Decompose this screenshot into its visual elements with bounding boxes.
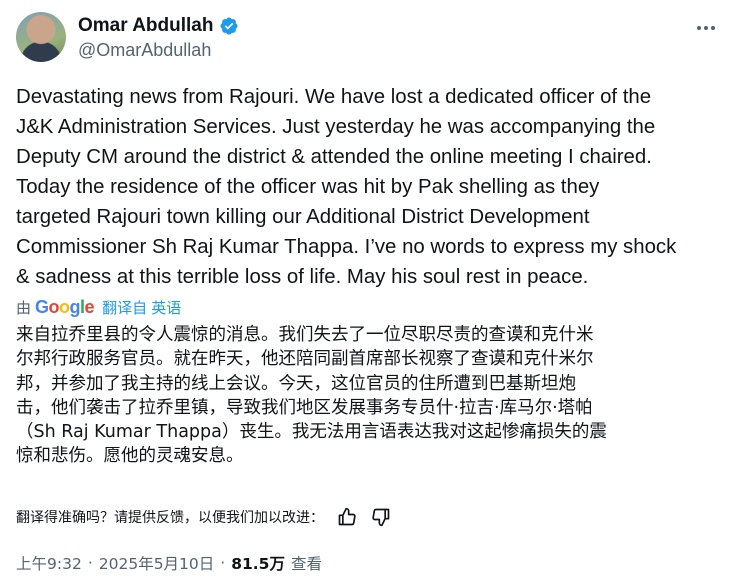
avatar[interactable] [16, 12, 66, 62]
views-label: 查看 [290, 555, 322, 573]
author-name-row[interactable]: Omar Abdullah [78, 15, 239, 37]
tweet-header: Omar Abdullah @OmarAbdullah [16, 12, 721, 64]
tweet-date[interactable]: 2025年5月10日 [99, 552, 215, 574]
meta-separator: · [87, 554, 93, 572]
meta-separator: · [220, 554, 226, 572]
verified-badge-icon [220, 17, 239, 35]
more-icon[interactable] [691, 16, 721, 40]
translated-by-label: 由 [16, 299, 32, 317]
feedback-prompt: 翻译得准确吗？请提供反馈，以便我们加以改进： [16, 510, 324, 526]
translation-attribution: 由 Google 翻译自 英语 [16, 295, 181, 319]
translated-text: 来自拉乔里县的令人震惊的消息。我们失去了一位尽职尽责的查谟和克什米 尔邦行政服务… [16, 325, 607, 467]
author-name[interactable]: Omar Abdullah [78, 15, 213, 37]
thumbs-down-icon[interactable] [370, 506, 392, 528]
tweet-meta: 上午9:32 · 2025年5月10日 · 81.5万 查看 [16, 550, 322, 576]
tweet-time[interactable]: 上午9:32 [16, 552, 82, 574]
author-handle[interactable]: @OmarAbdullah [78, 40, 211, 61]
translation-feedback: 翻译得准确吗？请提供反馈，以便我们加以改进： [16, 505, 392, 529]
google-logo: Google [35, 296, 95, 317]
view-count: 81.5万 [231, 555, 285, 573]
tweet-text: Devastating news from Rajouri. We have l… [16, 86, 677, 288]
thumbs-up-icon[interactable] [336, 506, 358, 528]
translated-from-link[interactable]: 翻译自 英语 [102, 297, 181, 318]
